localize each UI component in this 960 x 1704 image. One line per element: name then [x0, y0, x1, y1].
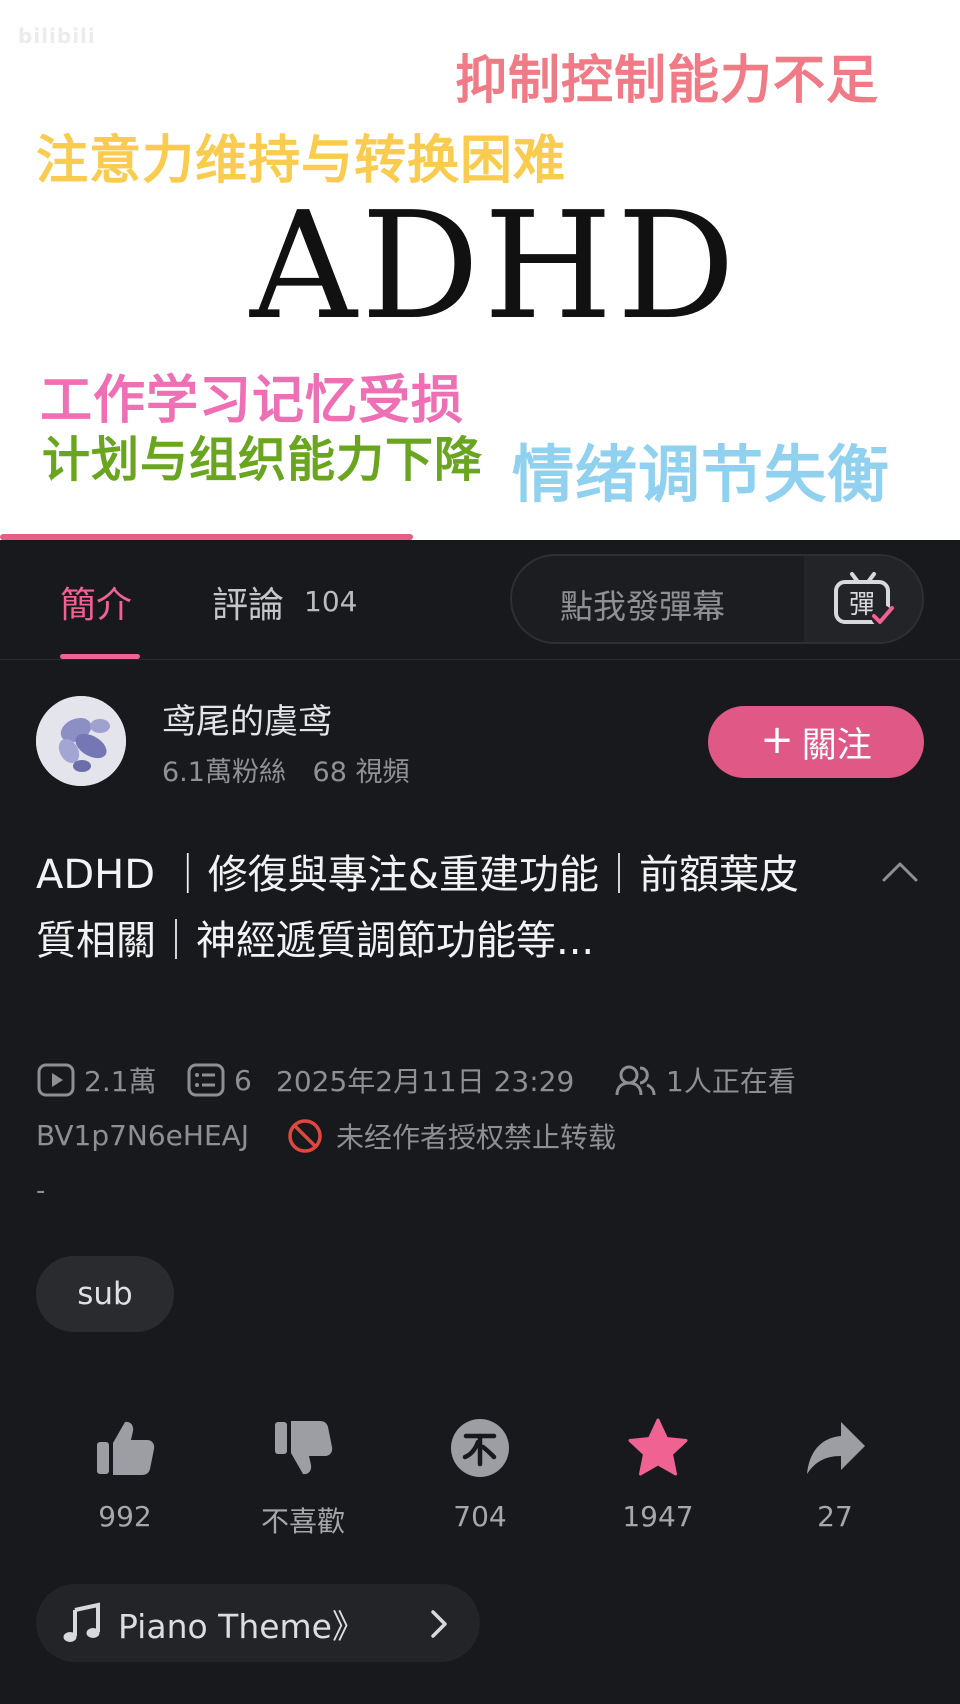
bvid[interactable]: BV1p7N6eHEAJ — [36, 1116, 249, 1156]
chevron-up-icon[interactable] — [880, 856, 920, 886]
bgm-title: Piano Theme》 — [118, 1607, 365, 1646]
video-overlay-text: 抑制控制能力不足 — [455, 51, 880, 111]
danmaku-toggle-button[interactable]: 彈 — [804, 556, 922, 642]
video-overlay-text: 计划与组织能力下降 — [42, 432, 484, 488]
share-button[interactable]: 27 — [760, 1416, 910, 1546]
like-button[interactable]: 992 — [50, 1416, 200, 1546]
dislike-button[interactable]: 不喜歡 — [228, 1416, 378, 1546]
danmaku-input-box[interactable]: 點我發彈幕 彈 — [510, 554, 924, 644]
iris-flower-image — [36, 696, 126, 786]
follow-button[interactable]: + 關注 — [708, 706, 924, 778]
tag-chip[interactable]: sub — [36, 1256, 174, 1332]
tab-comments[interactable]: 評論 — [212, 576, 284, 628]
danmaku-count: 6 — [186, 1060, 252, 1100]
coin-icon — [451, 1419, 509, 1477]
comments-count: 104 — [304, 585, 358, 618]
like-count: 992 — [98, 1500, 152, 1533]
share-count: 27 — [817, 1500, 853, 1533]
danmaku-input[interactable]: 點我發彈幕 — [560, 580, 725, 628]
video-overlay-text: 情绪调节失衡 — [512, 438, 891, 511]
favorite-button[interactable]: 1947 — [583, 1416, 733, 1546]
music-note-icon — [63, 1602, 100, 1642]
video-player[interactable]: bilibili 抑制控制能力不足 注意力维持与转换困难 ADHD 工作学习记忆… — [0, 0, 960, 540]
play-count-icon — [37, 1063, 75, 1097]
tab-intro[interactable]: 簡介 — [60, 576, 132, 628]
thumbs-up-icon — [97, 1421, 155, 1475]
watching-text: 1人正在看 — [666, 1065, 796, 1098]
dislike-label: 不喜歡 — [260, 1505, 345, 1538]
star-icon — [628, 1418, 688, 1476]
video-overlay-title: ADHD — [250, 180, 740, 352]
uploader-stats: 6.1萬粉絲 68 視頻 — [162, 750, 428, 789]
view-count-text: 2.1萬 — [84, 1065, 157, 1098]
publish-date: 2025年2月11日 23:29 — [276, 1060, 574, 1100]
watermark: bilibili — [18, 24, 96, 48]
danmaku-count-text: 6 — [234, 1063, 252, 1097]
watching-count: 1人正在看 — [614, 1060, 796, 1100]
publish-date-text: 2025年2月11日 23:29 — [276, 1065, 575, 1098]
favorite-count: 1947 — [622, 1500, 694, 1533]
plus-icon: + — [760, 717, 794, 763]
viewers-icon — [615, 1065, 656, 1096]
video-description: - — [36, 1176, 46, 1206]
video-title: ADHD ｜修復與專注&重建功能｜前額葉皮質相關｜神經遞質調節功能等... — [36, 852, 799, 964]
chevron-right-icon — [431, 1610, 447, 1638]
view-count: 2.1萬 — [36, 1060, 157, 1100]
uploader-row: 鸢尾的虞鸢 6.1萬粉絲 68 視頻 + 關注 — [0, 690, 960, 800]
prohibited-icon — [288, 1119, 322, 1153]
thumbs-down-icon — [275, 1421, 333, 1475]
follower-count: 6.1萬粉絲 — [162, 757, 286, 788]
danmaku-list-icon — [187, 1063, 225, 1097]
coin-button[interactable]: 704 — [405, 1416, 555, 1546]
uploader-name[interactable]: 鸢尾的虞鸢 — [162, 694, 332, 743]
bgm-bar[interactable]: Piano Theme》 — [36, 1584, 480, 1662]
danmaku-icon: 彈 — [834, 572, 894, 627]
share-icon — [807, 1422, 865, 1474]
copyright-text: 未经作者授权禁止转载 — [336, 1121, 617, 1154]
avatar[interactable] — [36, 696, 126, 786]
tab-bar: 簡介 評論 104 點我發彈幕 彈 — [0, 540, 960, 660]
active-tab-indicator — [60, 654, 140, 659]
video-count: 68 視頻 — [312, 757, 410, 788]
coin-count: 704 — [453, 1500, 507, 1533]
follow-label: 關注 — [801, 725, 872, 766]
copyright-notice: 未经作者授权禁止转载 — [286, 1116, 616, 1156]
